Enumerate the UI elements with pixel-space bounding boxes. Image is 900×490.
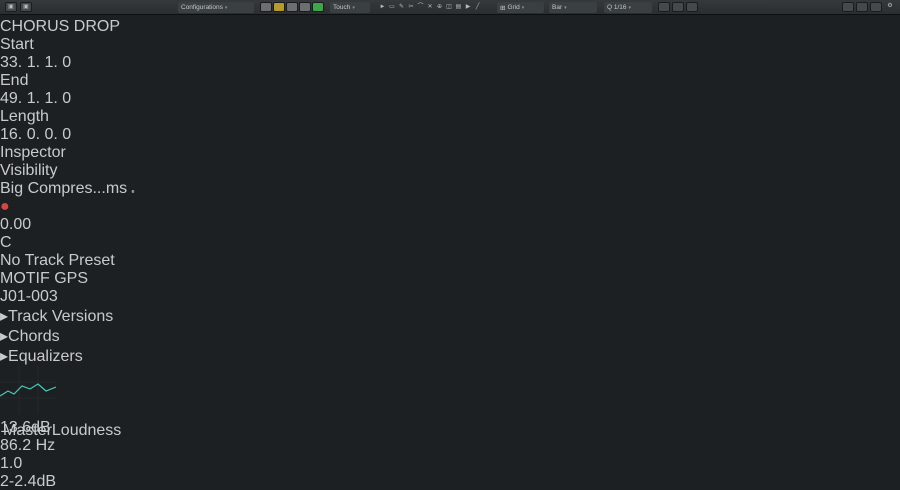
- start-label: Start: [0, 36, 34, 53]
- draw-tool-icon[interactable]: ✎: [397, 2, 406, 13]
- snap-toggle-icon[interactable]: [658, 2, 670, 12]
- tab-loudness[interactable]: Loudness: [52, 422, 121, 440]
- quantize-label: Q 1/16: [607, 4, 627, 11]
- window-zone-left-icon[interactable]: [842, 2, 854, 12]
- automation-mode-dropdown[interactable]: Touch ▾: [330, 2, 370, 13]
- split-tool-icon[interactable]: ✂: [407, 2, 416, 13]
- project-setup-icon[interactable]: ▣: [20, 2, 32, 12]
- grid-label: Grid: [507, 4, 520, 11]
- volume-value[interactable]: 0.00: [0, 216, 31, 233]
- tab-visibility[interactable]: Visibility: [0, 162, 58, 180]
- toolbar-cluster-icon-1[interactable]: [273, 2, 285, 12]
- configurations-dropdown[interactable]: Configurations ▾: [178, 2, 254, 13]
- pan-slider[interactable]: C: [0, 234, 900, 252]
- automation-mode-label: Touch: [333, 4, 351, 11]
- audition-tool-icon[interactable]: ▶: [464, 2, 473, 13]
- section-chords[interactable]: ▸Chords: [0, 326, 900, 346]
- range-select-tool-icon[interactable]: ▭: [388, 2, 397, 13]
- snap-type-dropdown[interactable]: Bar ▾: [549, 2, 597, 13]
- quantize-dropdown[interactable]: Q 1/16 ▾: [604, 2, 652, 13]
- section-equalizers[interactable]: ▸Equalizers: [0, 346, 900, 366]
- comp-tool-icon[interactable]: ▤: [454, 2, 463, 13]
- cubase-project-window: ▣ ▣ Configurations ▾ Touch ▾ ► ▭ ✎ ✂ ⌒ ✕ ⊕ ◫ ▤ ▶ ╱…: [0, 0, 900, 490]
- marker-end-value[interactable]: 49. 1. 1. 0: [0, 90, 95, 108]
- quantize-panel-icon[interactable]: [672, 2, 684, 12]
- window-zone-right-icon[interactable]: [870, 2, 882, 12]
- chevron-down-icon: ▾: [224, 4, 228, 11]
- configurations-label: Configurations: [181, 4, 223, 11]
- track-record-icons-row: ●: [0, 198, 900, 216]
- toolbar-cluster-icon-3[interactable]: [299, 2, 311, 12]
- preset-row-j01-003[interactable]: J01-003: [0, 288, 900, 306]
- tab-inspector[interactable]: Inspector: [0, 144, 66, 162]
- object-select-tool-icon[interactable]: ►: [378, 2, 387, 13]
- preset-rows: No Track Preset MOTIF GPS J01-003: [0, 252, 900, 306]
- toolbar-cluster-icon-4[interactable]: [312, 2, 324, 12]
- marker-length-value[interactable]: 16. 0. 0. 0: [0, 126, 95, 144]
- length-label: Length: [0, 108, 49, 125]
- preset-row-no-track-preset[interactable]: No Track Preset: [0, 252, 900, 270]
- pan-value[interactable]: C: [0, 234, 12, 251]
- inspector-sections-top: ▸Track Versions ▸Chords ▸Equalizers: [0, 306, 900, 366]
- marker-start-value[interactable]: 33. 1. 1. 0: [0, 54, 95, 72]
- mute-tool-icon[interactable]: ◫: [445, 2, 454, 13]
- end-label: End: [0, 72, 29, 89]
- preset-row-motif-gps[interactable]: MOTIF GPS: [0, 270, 900, 288]
- marker-name-value[interactable]: CHORUS DROP: [0, 18, 130, 36]
- section-track-versions[interactable]: ▸Track Versions: [0, 306, 900, 326]
- zoom-tool-icon[interactable]: ⊕: [435, 2, 444, 13]
- grid-type-dropdown[interactable]: ⊞ Grid ▾: [497, 2, 544, 13]
- tab-master[interactable]: Master: [3, 422, 52, 440]
- eq-row-3[interactable]: 2-2.4dB: [0, 473, 900, 490]
- main-toolbar: ▣ ▣ Configurations ▾ Touch ▾ ► ▭ ✎ ✂ ⌒ ✕ ⊕ ◫ ▤ ▶ ╱…: [0, 0, 900, 15]
- toolbar-cluster-icon-0[interactable]: [260, 2, 272, 12]
- window-zone-lower-icon[interactable]: [856, 2, 868, 12]
- line-tool-icon[interactable]: ╱: [473, 2, 482, 13]
- erase-tool-icon[interactable]: ✕: [426, 2, 435, 13]
- marker-info-bar: Name CHORUS DROP Start 33. 1. 1. 0 End 4…: [0, 0, 900, 144]
- eq-curve-graph: [0, 366, 900, 419]
- grid-icon: ⊞: [500, 4, 506, 12]
- chevron-down-icon: ▾: [521, 4, 525, 11]
- volume-slider[interactable]: 0.00: [0, 216, 900, 234]
- project-history-icon[interactable]: ▣: [5, 2, 17, 12]
- snap-label: Bar: [552, 4, 563, 11]
- record-icon-0[interactable]: ●: [0, 198, 900, 216]
- selected-track-title[interactable]: Big Compres...ms e: [0, 180, 900, 198]
- chevron-down-icon: ▾: [564, 4, 567, 11]
- auto-quantize-icon[interactable]: [686, 2, 698, 12]
- setup-gear-icon[interactable]: ⚙: [884, 2, 896, 12]
- chevron-down-icon: ▾: [352, 4, 355, 11]
- edit-channel-icon[interactable]: e: [132, 189, 135, 195]
- chevron-down-icon: ▾: [628, 4, 632, 11]
- glue-tool-icon[interactable]: ⌒: [416, 2, 425, 13]
- eq-row-2[interactable]: 1.0: [0, 455, 900, 473]
- toolbar-cluster-icon-2[interactable]: [286, 2, 298, 12]
